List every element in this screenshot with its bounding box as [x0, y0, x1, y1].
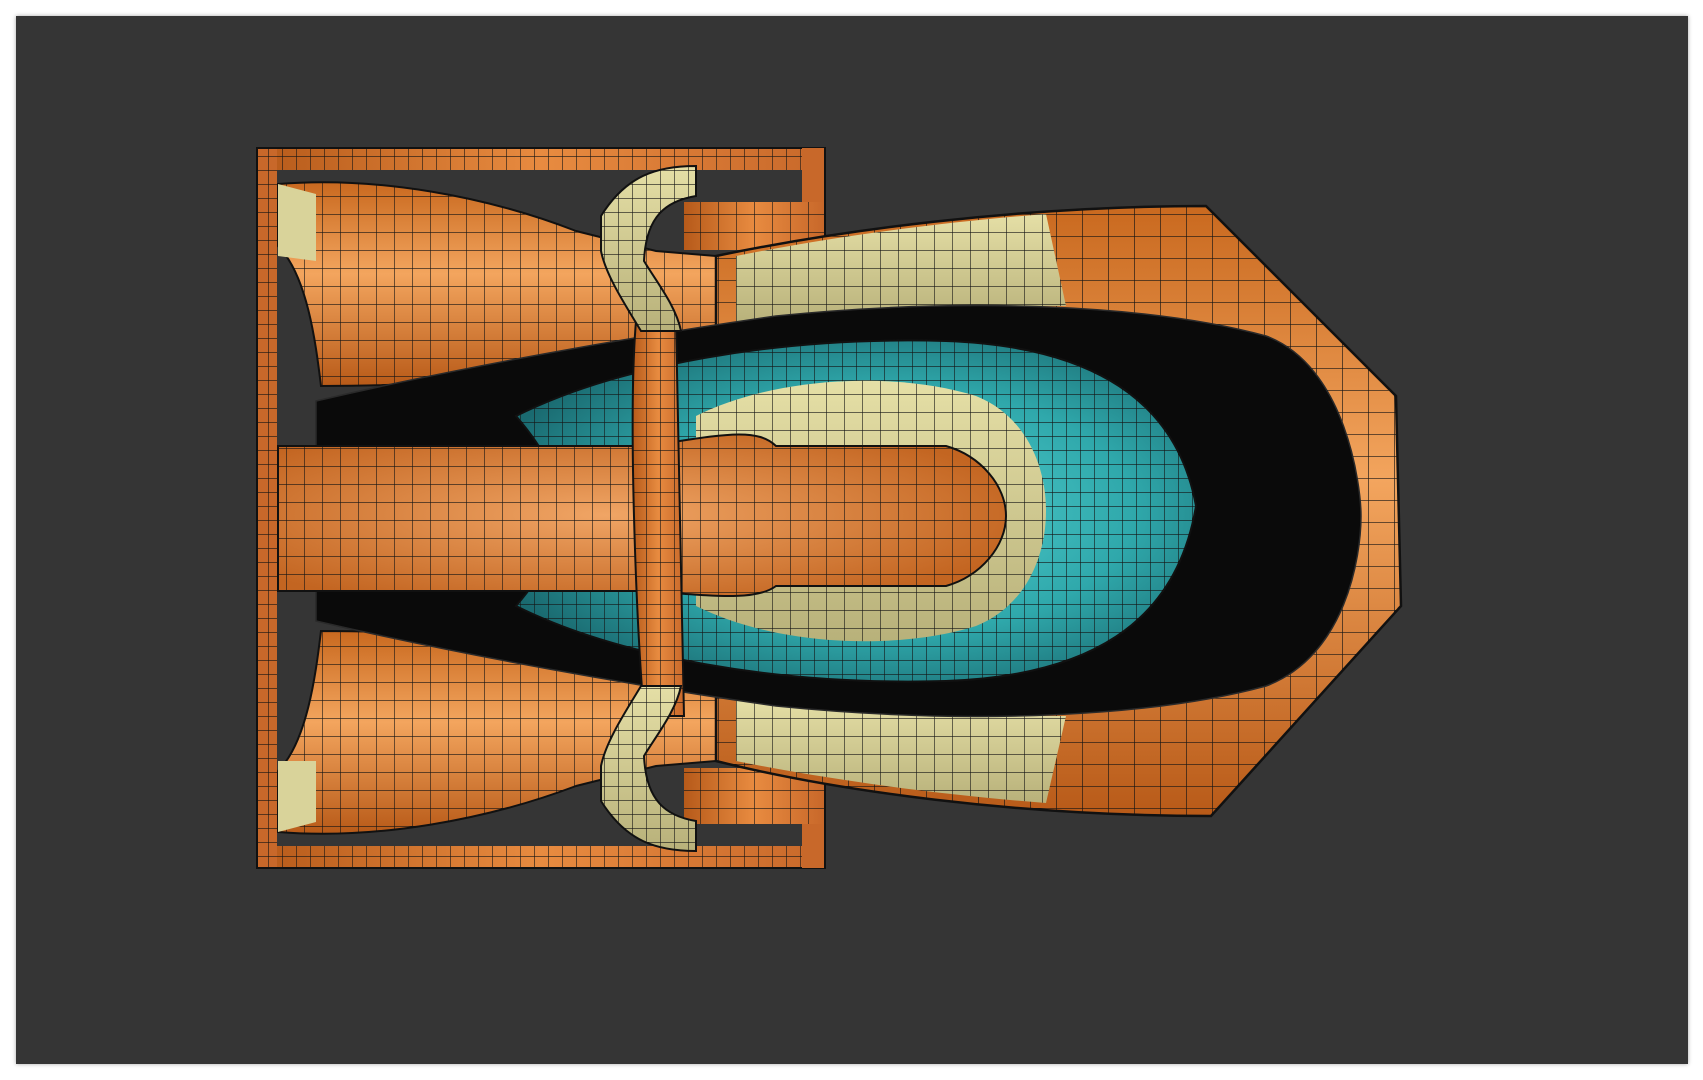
- 3d-viewport[interactable]: [16, 16, 1688, 1064]
- mesh-model-view[interactable]: [16, 16, 1688, 1064]
- vertical-strut: [631, 320, 686, 717]
